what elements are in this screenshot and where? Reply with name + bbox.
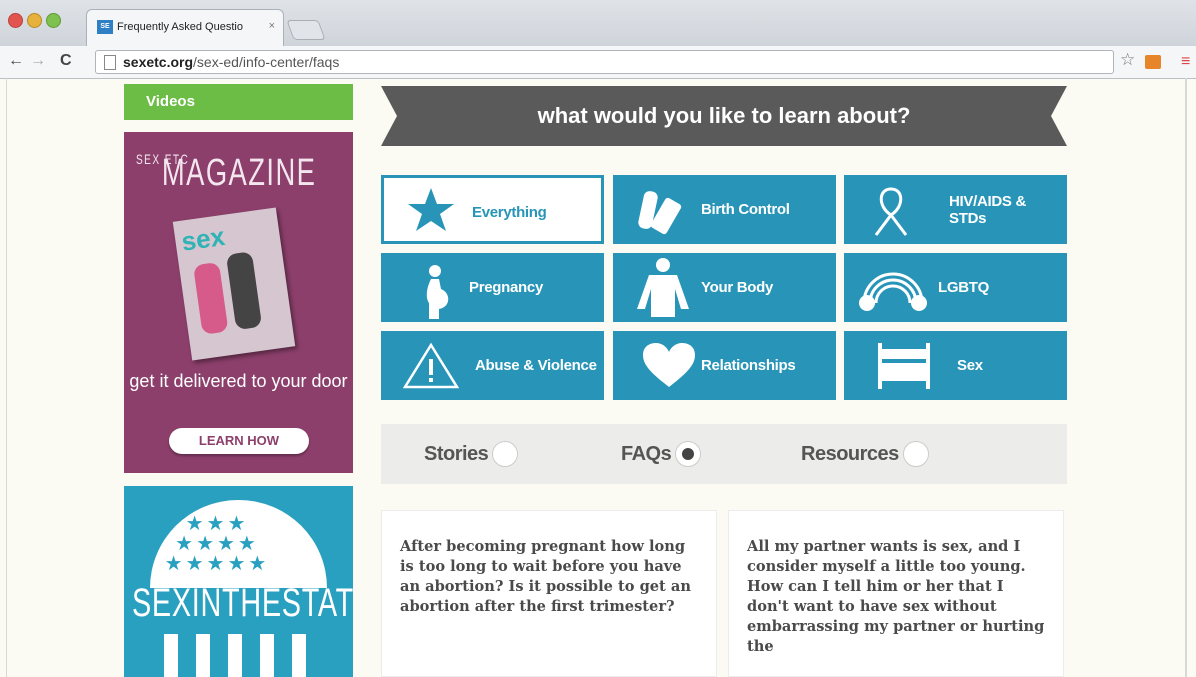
scrollbar-track[interactable] xyxy=(1185,78,1187,677)
body-icon xyxy=(637,258,689,317)
topic-label: Sex xyxy=(957,357,983,374)
filter-label: Resources xyxy=(801,442,899,465)
maximize-icon[interactable] xyxy=(46,13,61,28)
reload-icon[interactable]: C xyxy=(60,52,72,70)
close-window-icon[interactable] xyxy=(8,13,23,28)
faq-card[interactable]: All my partner wants is sex, and I consi… xyxy=(728,510,1064,677)
filter-faqs[interactable]: FAQs xyxy=(621,424,702,484)
menu-icon[interactable]: ≡ xyxy=(1181,53,1190,71)
cover-logo: sex xyxy=(179,220,227,257)
favicon-icon: SE xyxy=(97,20,113,34)
topic-your-body[interactable]: Your Body xyxy=(613,253,836,322)
new-tab-button[interactable] xyxy=(286,20,326,40)
stripe-graphic xyxy=(260,634,274,677)
topic-label: LGBTQ xyxy=(938,279,989,296)
forward-icon[interactable]: → xyxy=(30,52,46,70)
faq-card[interactable]: After becoming pregnant how long is too … xyxy=(381,510,717,677)
topic-lgbtq[interactable]: LGBTQ xyxy=(844,253,1067,322)
magazine-promo[interactable]: SEX ETCMAGAZINE sex get it delivered to … xyxy=(124,132,353,473)
topic-everything[interactable]: Everything xyxy=(381,175,604,244)
topic-label: Pregnancy xyxy=(469,279,543,296)
rainbow-icon xyxy=(859,272,927,311)
topic-label: Everything xyxy=(472,204,547,221)
page-edge-left xyxy=(6,78,7,677)
topic-hiv-aids-stds[interactable]: HIV/AIDS & STDs xyxy=(844,175,1067,244)
faq-question: All my partner wants is sex, and I consi… xyxy=(747,538,1045,655)
tab-title: Frequently Asked Questio xyxy=(117,21,243,33)
magazine-title: SEX ETCMAGAZINE xyxy=(136,151,317,195)
topic-label: Your Body xyxy=(701,279,774,296)
bed-icon xyxy=(878,343,930,389)
bookmark-star-icon[interactable]: ☆ xyxy=(1120,51,1135,69)
filter-label: Stories xyxy=(424,442,489,465)
page-icon xyxy=(104,55,116,70)
heart-icon xyxy=(643,343,695,387)
warning-icon xyxy=(403,342,459,389)
tab-close-icon[interactable]: × xyxy=(269,20,275,32)
back-icon[interactable]: ← xyxy=(8,52,24,70)
topic-label: HIV/AIDS & STDs xyxy=(949,192,1027,227)
browser-toolbar: ← → C sexetc.org/sex-ed/info-center/faqs… xyxy=(0,46,1196,79)
minimize-icon[interactable] xyxy=(27,13,42,28)
topic-birth-control[interactable]: Birth Control xyxy=(613,175,836,244)
magazine-cover-image: sex xyxy=(172,207,296,361)
browser-tab[interactable]: SE Frequently Asked Questio × xyxy=(86,9,284,48)
topic-pregnancy[interactable]: Pregnancy xyxy=(381,253,604,322)
url-text: sexetc.org/sex-ed/info-center/faqs xyxy=(123,54,340,70)
stripe-graphic xyxy=(228,634,242,677)
star-icon xyxy=(408,188,454,231)
magazine-tagline: get it delivered to your door xyxy=(129,371,348,391)
topic-abuse-violence[interactable]: Abuse & Violence xyxy=(381,331,604,400)
stars-icon: ★★★ ★★★★ ★★★★★ xyxy=(164,513,270,575)
address-bar[interactable]: sexetc.org/sex-ed/info-center/faqs xyxy=(95,50,1114,74)
learn-how-button[interactable]: LEARN HOW xyxy=(169,428,309,454)
faq-question: After becoming pregnant how long is too … xyxy=(400,538,691,615)
videos-link[interactable]: Videos xyxy=(124,84,353,120)
browser-tab-bar: SE Frequently Asked Questio × xyxy=(0,0,1196,48)
shoe-image xyxy=(193,261,229,335)
topic-label: Abuse & Violence xyxy=(475,357,597,374)
topic-banner: what would you like to learn about? xyxy=(381,86,1067,146)
sex-in-the-states-promo[interactable]: ★★★★★★★★★★★★ SEXINTHESTATES xyxy=(124,486,353,677)
topic-relationships[interactable]: Relationships xyxy=(613,331,836,400)
content-type-filter: Stories FAQs Resources xyxy=(381,424,1067,484)
resources-radio[interactable] xyxy=(902,441,929,467)
filter-label: FAQs xyxy=(621,442,672,465)
topic-label: Relationships xyxy=(701,357,796,374)
stripe-graphic xyxy=(164,634,178,677)
awareness-ribbon-icon xyxy=(874,187,908,236)
topic-sex[interactable]: Sex xyxy=(844,331,1067,400)
pregnant-person-icon xyxy=(426,265,449,319)
filter-stories[interactable]: Stories xyxy=(424,424,519,484)
stripe-graphic xyxy=(196,634,210,677)
filter-resources[interactable]: Resources xyxy=(801,424,929,484)
birth-control-icon xyxy=(638,191,682,235)
shoe-image xyxy=(225,251,263,331)
banner-heading: what would you like to learn about? xyxy=(537,103,911,128)
extension-icon[interactable] xyxy=(1145,55,1161,69)
faqs-radio[interactable] xyxy=(675,441,702,467)
stories-radio[interactable] xyxy=(492,441,519,467)
topic-label: Birth Control xyxy=(701,201,790,218)
states-title: SEXINTHESTATES xyxy=(132,581,353,625)
stripe-graphic xyxy=(292,634,306,677)
